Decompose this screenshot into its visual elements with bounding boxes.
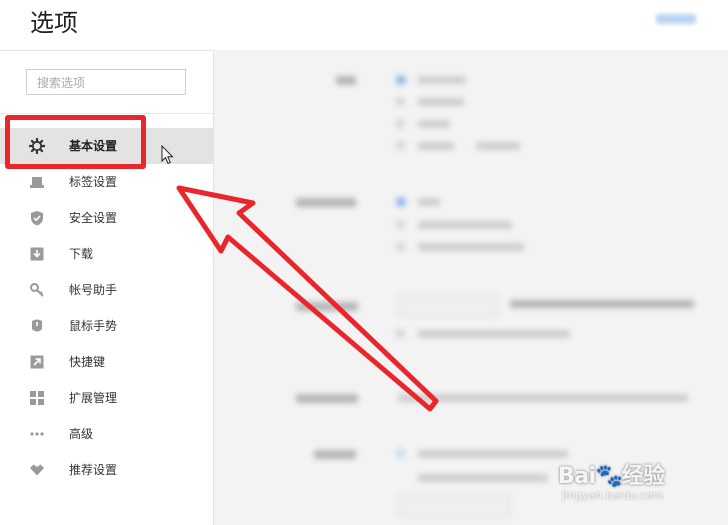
option-text-blurred <box>418 198 440 206</box>
sidebar-item-account-assistant[interactable]: 帐号助手 <box>0 272 213 308</box>
download-icon <box>29 246 45 262</box>
sidebar-item-shortcuts[interactable]: 快捷键 <box>0 344 213 380</box>
radio-blurred[interactable] <box>396 141 405 150</box>
checkbox-blurred[interactable] <box>396 329 405 338</box>
search-box[interactable] <box>26 69 189 95</box>
sidebar-item-mouse-gestures[interactable]: 鼠标手势 <box>0 308 213 344</box>
sidebar-item-label: 鼠标手势 <box>69 319 118 333</box>
checkbox-blurred[interactable] <box>396 449 405 458</box>
title-bar: 选项 <box>0 0 728 50</box>
mouse-icon <box>29 318 45 334</box>
watermark-url: jingyan.baidu.com <box>562 489 664 502</box>
heart-icon <box>29 462 45 478</box>
radio-selected-blurred[interactable] <box>396 197 406 207</box>
setting-label-blurred <box>296 394 358 403</box>
option-text-blurred <box>418 474 548 482</box>
option-text-blurred <box>418 98 464 106</box>
option-text-blurred <box>476 142 520 150</box>
shortcut-arrow-icon <box>29 354 45 370</box>
settings-content-blurred <box>214 50 728 525</box>
sidebar-item-recommended-settings[interactable]: 推荐设置 <box>0 452 213 488</box>
sidebar-item-download[interactable]: 下载 <box>0 236 213 272</box>
sidebar-item-label: 帐号助手 <box>69 283 118 297</box>
option-text-blurred <box>398 394 688 402</box>
option-text-blurred <box>418 450 568 458</box>
sidebar-item-tab-settings[interactable]: 标签设置 <box>0 164 213 200</box>
search-input[interactable] <box>35 71 189 95</box>
watermark-logo: Bai🐾经验 <box>558 458 665 490</box>
sidebar-item-label: 推荐设置 <box>69 463 118 477</box>
annotation-highlight-box <box>5 115 146 169</box>
top-right-link-blurred[interactable] <box>656 14 696 24</box>
radio-blurred[interactable] <box>396 220 405 229</box>
page-title: 选项 <box>30 9 78 37</box>
sidebar-item-advanced[interactable]: 高级 <box>0 416 213 452</box>
setting-label-blurred <box>296 198 356 207</box>
sidebar-item-security-settings[interactable]: 安全设置 <box>0 200 213 236</box>
setting-label-blurred <box>296 302 358 311</box>
more-dots-icon <box>29 426 45 442</box>
sidebar-item-label: 扩展管理 <box>69 391 118 405</box>
settings-content-placeholder <box>214 50 728 525</box>
watermark-brand-suffix: 经验 <box>621 464 666 489</box>
option-text-blurred <box>418 76 466 84</box>
paw-icon: 🐾 <box>595 464 623 489</box>
option-text-blurred <box>418 243 524 251</box>
sidebar-item-extensions[interactable]: 扩展管理 <box>0 380 213 416</box>
radio-selected-blurred[interactable] <box>396 75 406 85</box>
grid-icon <box>29 390 45 406</box>
option-text-blurred <box>418 120 450 128</box>
radio-blurred[interactable] <box>396 119 405 128</box>
setting-label-blurred <box>336 76 356 85</box>
watermark-brand: Bai <box>558 464 596 489</box>
mouse-cursor-icon <box>161 145 174 165</box>
option-text-blurred <box>418 330 570 338</box>
baidu-jingyan-watermark: Bai🐾经验 jingyan.baidu.com <box>558 458 723 518</box>
sidebar-item-label: 标签设置 <box>69 175 118 189</box>
sidebar-item-label: 快捷键 <box>69 355 106 369</box>
option-text-blurred <box>418 142 454 150</box>
sidebar-item-label: 下载 <box>69 247 94 261</box>
setting-label-blurred <box>314 450 356 459</box>
tab-icon <box>29 174 45 190</box>
sidebar-item-label: 高级 <box>69 427 94 441</box>
option-text-blurred <box>510 300 694 308</box>
shield-check-icon <box>29 210 45 226</box>
option-text-blurred <box>418 221 512 229</box>
button-blurred[interactable] <box>398 294 498 316</box>
sidebar-nav: 基本设置 标签设置 安全设置 下载 帐号助手 鼠标手势 快捷键 扩展管理 高级 … <box>0 128 213 488</box>
sidebar-divider <box>0 113 214 114</box>
dropdown-blurred[interactable] <box>398 494 510 516</box>
key-icon <box>29 282 45 298</box>
radio-blurred[interactable] <box>396 97 405 106</box>
radio-blurred[interactable] <box>396 242 405 251</box>
sidebar-item-label: 安全设置 <box>69 211 118 225</box>
